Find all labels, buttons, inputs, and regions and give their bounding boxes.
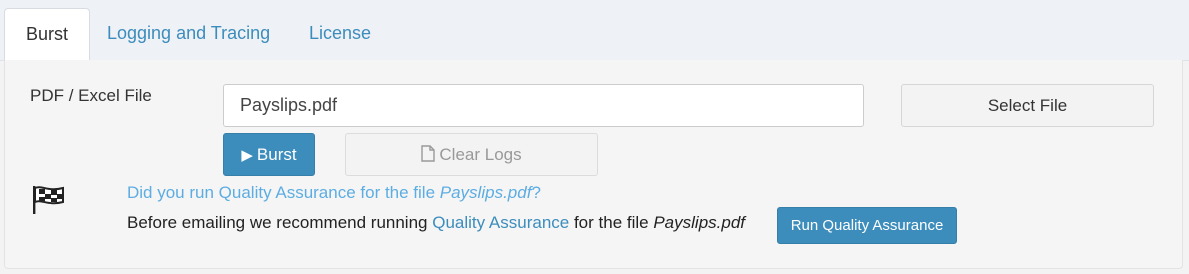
- file-label: PDF / Excel File: [30, 86, 152, 105]
- clear-logs-label: Clear Logs: [439, 145, 522, 164]
- burst-button-label: Burst: [256, 145, 297, 164]
- qa-question-prefix: Did you run Quality Assurance for the fi…: [127, 183, 440, 202]
- qa-line-middle: for the file: [569, 213, 654, 232]
- burst-button[interactable]: ▶ Burst: [223, 133, 315, 176]
- file-path-input[interactable]: Payslips.pdf: [223, 84, 864, 127]
- qa-line-file: Payslips.pdf: [653, 213, 746, 232]
- checkered-flag-icon: [33, 186, 64, 214]
- select-file-button[interactable]: Select File: [901, 84, 1154, 127]
- qa-line-prefix: Before emailing we recommend running: [127, 213, 433, 232]
- file-icon: [421, 145, 436, 162]
- tab-license[interactable]: License: [288, 8, 392, 60]
- qa-question-file: Payslips.pdf: [439, 183, 532, 202]
- tab-burst[interactable]: Burst: [4, 8, 91, 61]
- quality-assurance-link[interactable]: Quality Assurance: [432, 213, 569, 232]
- qa-recommendation-text: Before emailing we recommend running Qua…: [127, 213, 745, 233]
- clear-logs-button: Clear Logs: [345, 133, 598, 176]
- play-icon: ▶: [241, 147, 253, 164]
- qa-question-suffix: ?: [531, 183, 541, 202]
- tab-logging-and-tracing[interactable]: Logging and Tracing: [86, 8, 291, 60]
- run-quality-assurance-button[interactable]: Run Quality Assurance: [777, 207, 957, 244]
- qa-question-text: Did you run Quality Assurance for the fi…: [127, 183, 541, 203]
- tab-bar: Burst Logging and Tracing License: [0, 0, 1189, 61]
